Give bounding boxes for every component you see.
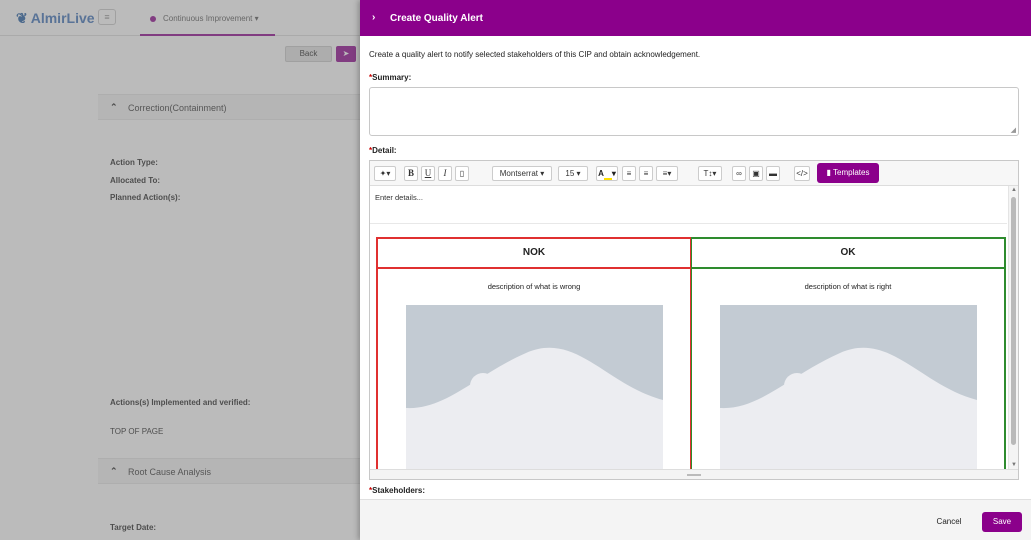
scroll-down-icon[interactable]: ▼	[1011, 462, 1017, 468]
ok-description: description of what is right	[804, 282, 892, 291]
save-button[interactable]: Save	[982, 512, 1022, 532]
nok-ok-table: NOK description of what is wrong OK desc…	[376, 237, 1006, 469]
bold-icon[interactable]: B	[404, 166, 418, 181]
image-placeholder-icon[interactable]	[720, 305, 977, 469]
drawer-intro: Create a quality alert to notify selecte…	[369, 50, 701, 59]
link-icon[interactable]: ∞	[732, 166, 746, 181]
collapse-chevron-icon[interactable]: ›	[372, 12, 375, 23]
quality-alert-drawer: › Create Quality Alert Create a quality …	[360, 0, 1031, 540]
line-height-icon[interactable]: T↕▾	[698, 166, 722, 181]
ok-heading: OK	[692, 237, 1004, 269]
detail-label: *Detail:	[369, 146, 397, 155]
image-icon[interactable]: ▣	[749, 166, 763, 181]
magic-wand-icon[interactable]: ✦▾	[374, 166, 396, 181]
modal-overlay[interactable]	[0, 0, 360, 540]
detail-rich-text-editor: ✦▾ B U I ▯ Montserrat ▾ 15 ▾ A ▾ ≡ ≡ ≡▾ T…	[369, 160, 1019, 480]
editor-content[interactable]: Enter details... NOK description of what…	[370, 186, 1007, 469]
image-placeholder-icon[interactable]	[406, 305, 663, 469]
resize-grip-icon[interactable]: ◢	[1011, 126, 1016, 134]
summary-label: *Summary:	[369, 73, 411, 82]
cancel-button[interactable]: Cancel	[925, 512, 973, 532]
nok-column[interactable]: NOK description of what is wrong	[376, 237, 691, 469]
video-icon[interactable]: ▬	[766, 166, 780, 181]
drawer-title: Create Quality Alert	[390, 13, 483, 24]
underline-icon[interactable]: U	[421, 166, 435, 181]
font-size-value: 15	[565, 169, 575, 178]
nok-heading: NOK	[378, 237, 690, 269]
editor-scrollbar[interactable]: ▲ ▼	[1008, 186, 1018, 469]
stakeholders-label: *Stakeholders:	[369, 486, 425, 495]
nok-description: description of what is wrong	[487, 282, 581, 291]
content-separator	[370, 223, 1007, 224]
numbered-list-icon[interactable]: ≡	[639, 166, 653, 181]
editor-resize-bar[interactable]	[370, 469, 1018, 479]
stakeholders-label-text: Stakeholders:	[372, 486, 426, 495]
font-family-select[interactable]: Montserrat ▾	[492, 166, 552, 181]
align-icon[interactable]: ≡▾	[656, 166, 678, 181]
highlight-color-icon[interactable]: A ▾	[596, 166, 618, 181]
editor-toolbar: ✦▾ B U I ▯ Montserrat ▾ 15 ▾ A ▾ ≡ ≡ ≡▾ T…	[370, 161, 1018, 186]
templates-button[interactable]: ▮ Templates	[817, 163, 879, 183]
italic-icon[interactable]: I	[438, 166, 452, 181]
scroll-up-icon[interactable]: ▲	[1011, 187, 1017, 193]
eraser-icon[interactable]: ▯	[455, 166, 469, 181]
editor-placeholder: Enter details...	[375, 193, 423, 202]
bullet-list-icon[interactable]: ≡	[622, 166, 636, 181]
summary-label-text: Summary:	[372, 73, 412, 82]
font-size-select[interactable]: 15 ▾	[558, 166, 588, 181]
code-view-icon[interactable]: </>	[794, 166, 810, 181]
font-family-value: Montserrat	[499, 169, 538, 178]
drawer-header: › Create Quality Alert	[360, 0, 1031, 36]
summary-input[interactable]: ◢	[369, 87, 1019, 136]
drawer-footer: Cancel Save	[360, 499, 1031, 540]
resize-handle-icon[interactable]	[687, 474, 701, 476]
scroll-thumb[interactable]	[1011, 197, 1016, 445]
ok-column[interactable]: OK description of what is right	[691, 237, 1006, 469]
detail-label-text: Detail:	[372, 146, 397, 155]
templates-label: Templates	[833, 168, 870, 177]
